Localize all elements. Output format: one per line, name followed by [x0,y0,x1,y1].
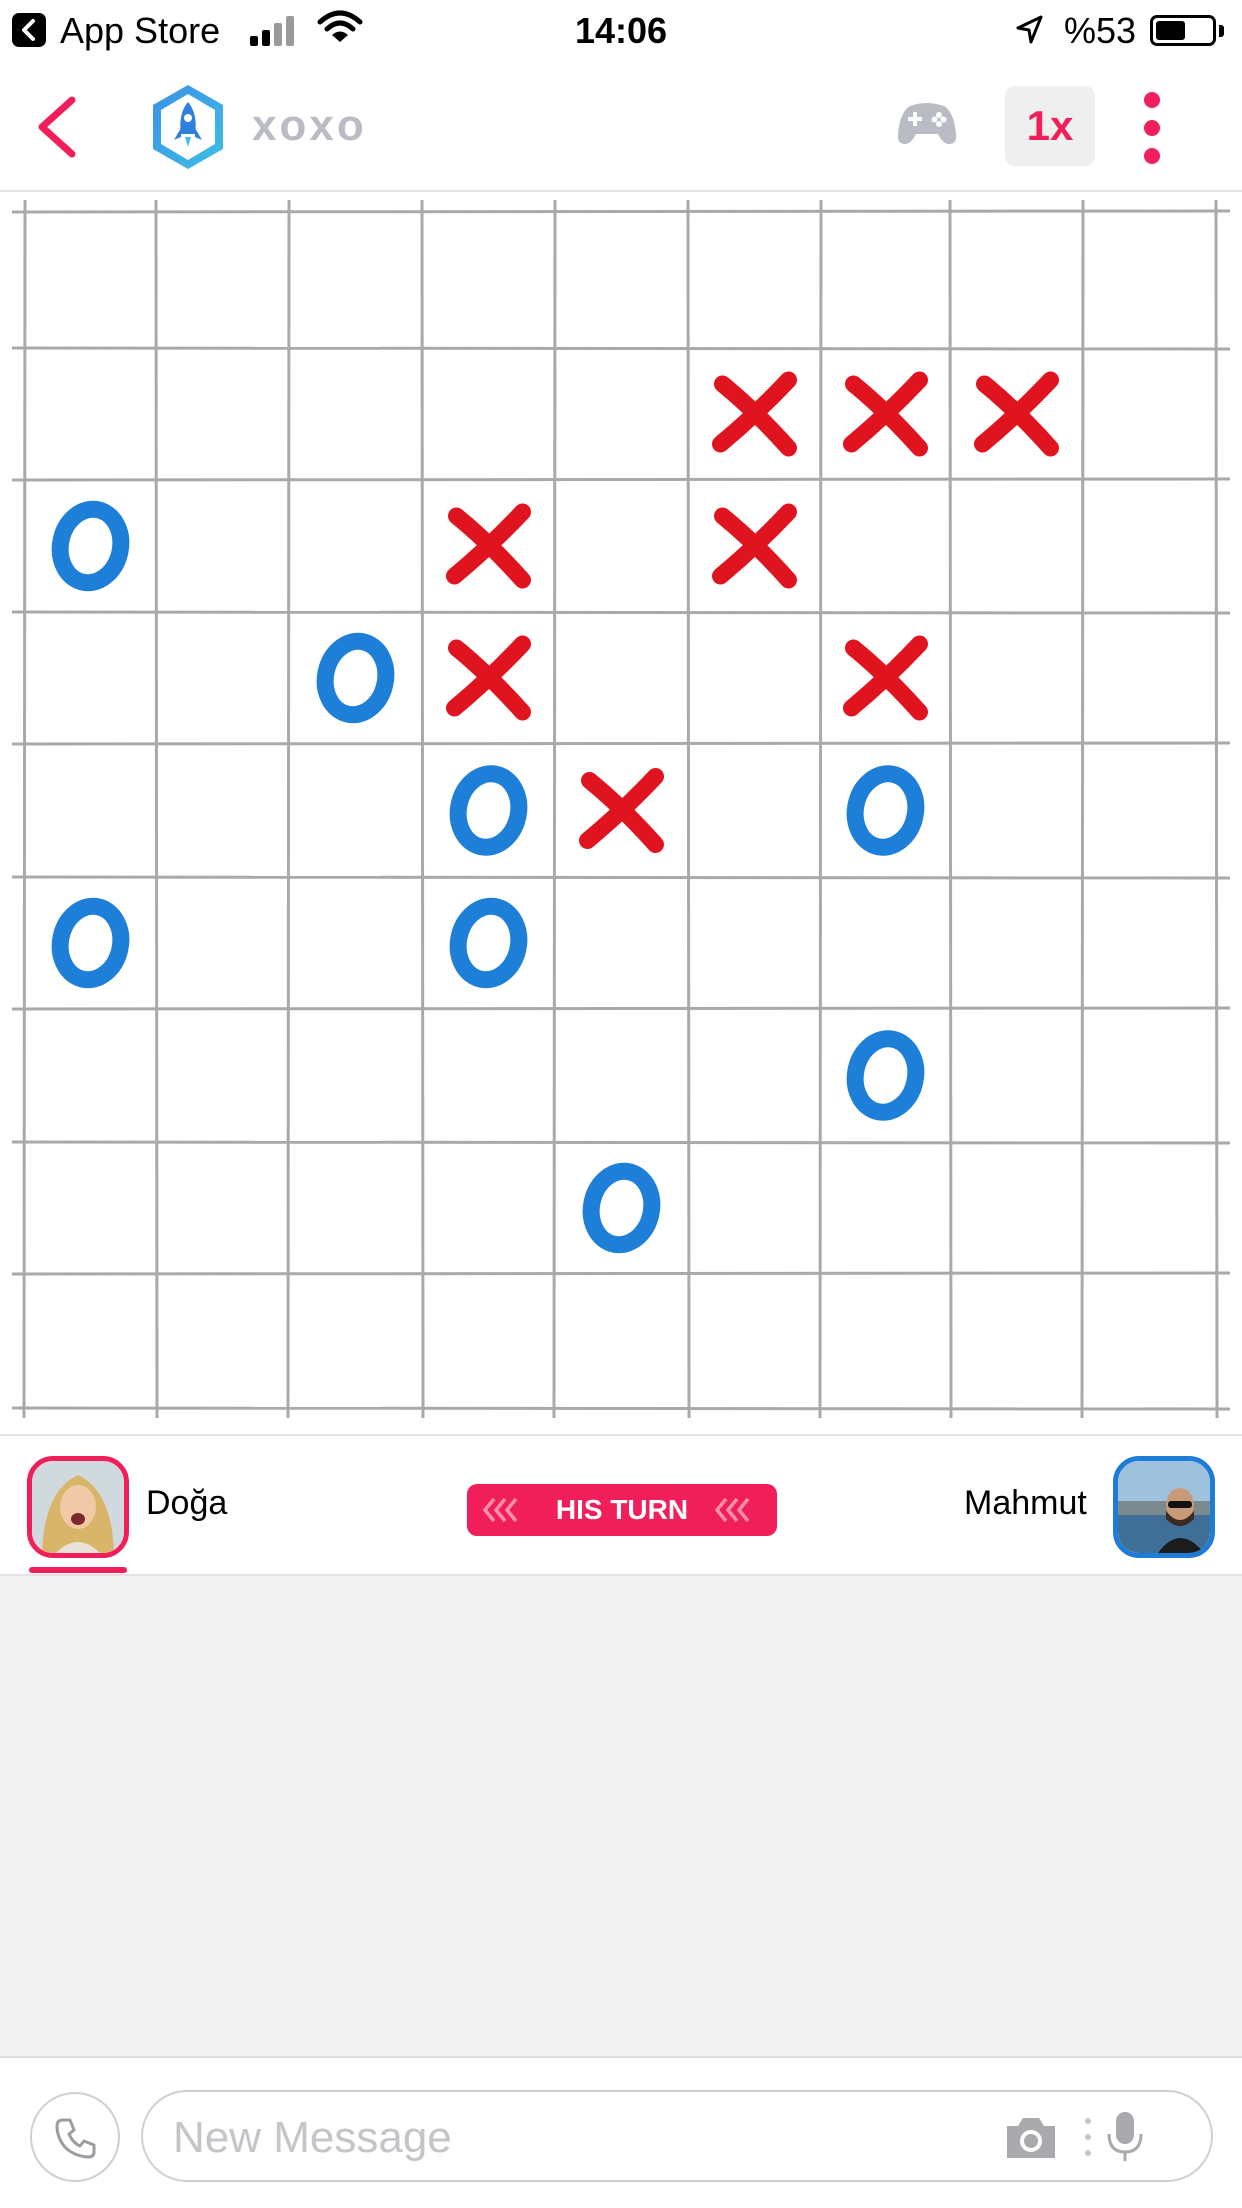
grid-line-horizontal [11,610,1231,615]
active-player-indicator [29,1567,127,1573]
x-mark [446,503,531,589]
battery-tip [1219,25,1224,37]
x-mark [843,635,928,721]
grid-line-vertical [686,199,691,1419]
x-mark [712,503,797,589]
grid-line-vertical [818,199,823,1419]
player-right-name: Mahmut [964,1484,1087,1522]
turn-status-badge: HIS TURN [467,1484,777,1536]
grid-line-vertical [1080,199,1085,1419]
x-mark [974,371,1059,457]
grid-line-horizontal [11,346,1231,351]
more-vertical-icon[interactable] [1140,88,1164,168]
grid-line-horizontal [11,875,1231,880]
composer-divider [1085,2118,1091,2158]
location-arrow-icon [1016,15,1043,44]
grid-line-horizontal [11,1006,1231,1011]
call-button[interactable] [30,2092,120,2182]
message-composer: New Message [0,2056,1242,2208]
o-mark [846,1030,925,1121]
o-mark [51,500,130,592]
camera-icon[interactable] [1003,2114,1059,2162]
battery-level [1156,21,1185,40]
battery-icon [1150,15,1216,46]
back-chevron-icon[interactable] [28,92,88,162]
grid-line-horizontal [11,1406,1231,1411]
player-left-avatar[interactable] [27,1456,129,1558]
grid-line-horizontal [11,1140,1231,1145]
o-mark [51,897,130,989]
app-title: xoxo [252,101,367,150]
player-right-avatar[interactable] [1113,1456,1215,1558]
message-input[interactable]: New Message [141,2090,1213,2182]
game-board[interactable] [0,194,1242,1434]
gamepad-icon[interactable] [896,98,958,148]
speed-toggle-button[interactable]: 1x [1005,86,1095,166]
grid-line-vertical [22,199,27,1419]
grid-line-vertical [1214,199,1219,1419]
o-mark [316,632,395,724]
grid-line-vertical [286,199,291,1419]
o-mark [582,1162,661,1254]
x-mark [843,371,928,457]
grid-line-vertical [552,199,557,1419]
o-mark [449,765,528,856]
player-left-name: Doğa [146,1484,228,1522]
grid-line-vertical [420,199,425,1419]
o-mark [846,765,925,856]
grid-line-horizontal [11,477,1231,482]
players-bar: Doğa HIS TURN Mahmut [0,1434,1242,1576]
grid-line-vertical [154,199,159,1419]
phone-icon [55,2118,96,2159]
x-mark [712,371,797,457]
message-placeholder: New Message [173,2113,452,2162]
x-mark [446,635,531,721]
rocket-logo-icon [153,85,223,169]
x-mark [579,768,664,853]
microphone-icon[interactable] [1105,2110,1145,2164]
chat-history[interactable] [0,1576,1242,2056]
status-bar: App Store 14:06 %53 [0,0,1242,62]
grid-line-horizontal [11,1271,1231,1276]
chevrons-right-icon [714,1497,750,1523]
o-mark [449,897,528,989]
battery-percent: %53 [1064,10,1137,51]
board-canvas[interactable] [0,194,1242,1434]
grid-line-horizontal [11,741,1231,746]
clock: 14:06 [574,10,668,51]
grid-line-horizontal [11,209,1231,214]
app-header: xoxo 1x [0,62,1242,192]
grid-line-vertical [948,199,953,1419]
